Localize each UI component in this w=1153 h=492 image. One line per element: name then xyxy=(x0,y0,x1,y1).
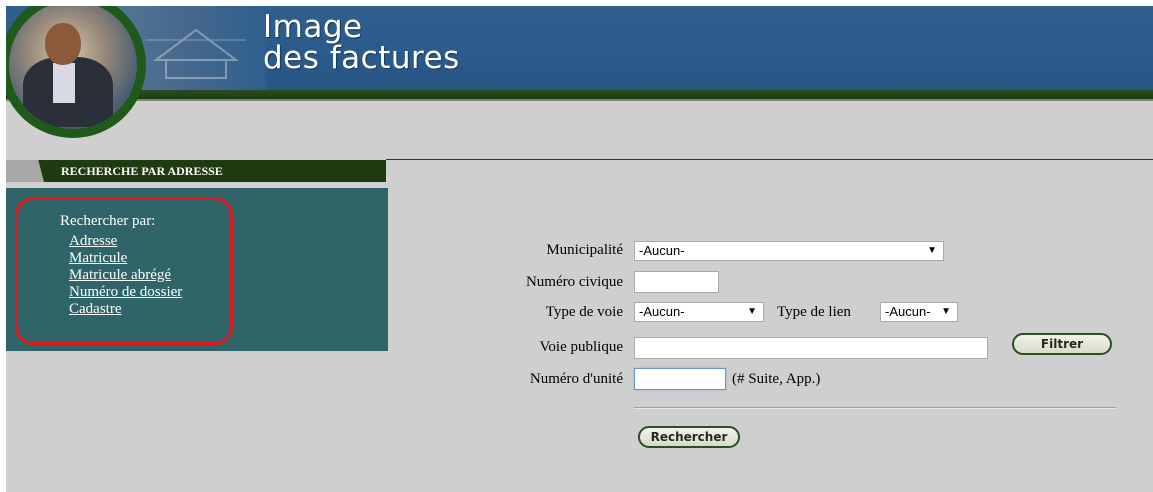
numero-civique-label: Numéro civique xyxy=(525,274,623,290)
voie-publique-input[interactable] xyxy=(634,337,988,359)
numero-civique-input[interactable] xyxy=(634,271,719,293)
dropdown-arrow-icon: ▼ xyxy=(927,245,937,256)
filtrer-button[interactable]: Filtrer xyxy=(1012,333,1112,355)
link-cadastre[interactable]: Cadastre xyxy=(69,301,121,317)
link-numero-de-dossier[interactable]: Numéro de dossier xyxy=(69,284,182,300)
person-shirt xyxy=(53,63,75,103)
type-lien-select[interactable]: -Aucun- ▼ xyxy=(880,302,958,322)
building-illustration xyxy=(146,28,246,79)
dropdown-arrow-icon: ▼ xyxy=(941,306,951,317)
type-voie-select[interactable]: -Aucun- ▼ xyxy=(634,302,764,322)
app-title: Image des factures xyxy=(263,12,460,74)
municipalite-label: Municipalité xyxy=(546,242,623,258)
search-by-title: Rechercher par: xyxy=(60,213,156,229)
numero-unite-input[interactable] xyxy=(634,368,726,390)
type-lien-value: -Aucun- xyxy=(885,304,931,319)
banner-thin-rule xyxy=(6,99,1153,101)
type-lien-label: Type de lien xyxy=(777,304,851,320)
header-banner: Image des factures xyxy=(6,6,1153,90)
numero-unite-label: Numéro d'unité xyxy=(529,371,623,387)
form-divider xyxy=(634,407,1116,409)
link-matricule[interactable]: Matricule xyxy=(69,250,127,266)
municipalite-select[interactable]: -Aucun- ▼ xyxy=(634,241,944,261)
rechercher-button[interactable]: Rechercher xyxy=(638,426,740,448)
dropdown-arrow-icon: ▼ xyxy=(747,306,757,317)
page: Image des factures RECHERCHE PAR ADRESSE… xyxy=(6,6,1153,492)
logo-photo xyxy=(6,6,146,138)
voie-publique-label: Voie publique xyxy=(539,339,623,355)
numero-unite-hint: (# Suite, App.) xyxy=(732,371,821,387)
section-title: RECHERCHE PAR ADRESSE xyxy=(61,164,223,178)
app-title-line1: Image xyxy=(263,9,363,45)
type-voie-value: -Aucun- xyxy=(639,304,685,319)
section-rule xyxy=(386,159,1153,160)
search-by-links: Adresse Matricule Matricule abrégé Numér… xyxy=(69,232,182,317)
app-title-line2: des factures xyxy=(263,40,460,76)
banner-green-rule xyxy=(6,90,1153,99)
section-tab-accent xyxy=(6,160,44,182)
link-matricule-abrege[interactable]: Matricule abrégé xyxy=(69,267,171,283)
search-by-panel: Rechercher par: Adresse Matricule Matric… xyxy=(6,188,388,351)
person-head xyxy=(45,23,81,65)
type-voie-label: Type de voie xyxy=(545,304,623,320)
link-adresse[interactable]: Adresse xyxy=(69,233,117,249)
municipalite-value: -Aucun- xyxy=(639,243,685,258)
